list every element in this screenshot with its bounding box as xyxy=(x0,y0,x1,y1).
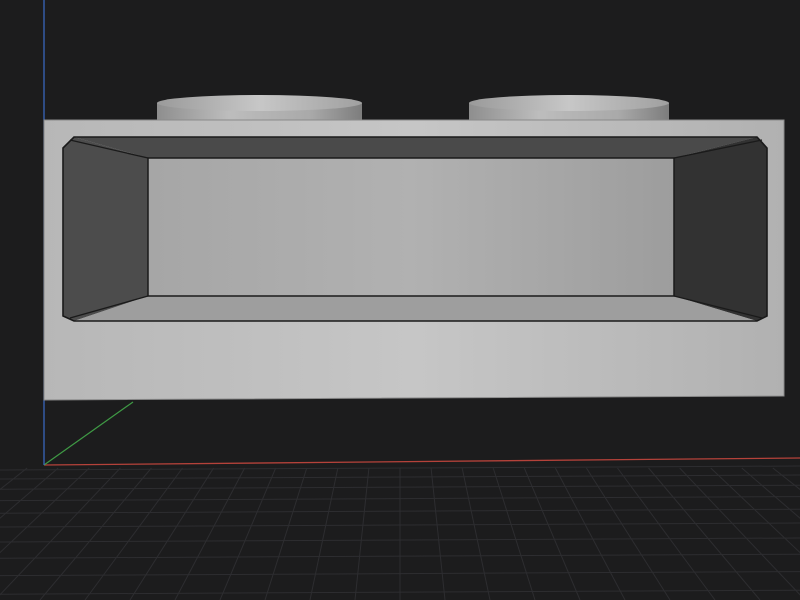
y-axis-line xyxy=(43,401,134,466)
3d-viewport[interactable] xyxy=(0,0,800,600)
grid-line xyxy=(554,467,626,600)
brick-model[interactable] xyxy=(43,119,785,401)
grid-line xyxy=(523,467,581,600)
grid-line xyxy=(461,467,491,600)
grid-line xyxy=(617,467,716,600)
grid-line xyxy=(0,467,121,596)
cavity-back-face xyxy=(147,157,675,297)
cavity-right-wall xyxy=(674,137,767,321)
grid-line xyxy=(741,467,800,519)
grid-line xyxy=(0,467,59,519)
floor-grid xyxy=(0,465,800,600)
grid-line xyxy=(39,467,152,600)
grid-line xyxy=(679,467,800,596)
cavity-left-wall xyxy=(63,137,148,321)
grid-line xyxy=(492,467,536,600)
cavity-bottom-wall xyxy=(74,296,757,321)
cavity-top-wall xyxy=(74,137,757,158)
x-axis-line xyxy=(43,457,800,466)
grid-line xyxy=(648,467,761,600)
scene-canvas[interactable] xyxy=(0,0,800,600)
grid-line xyxy=(84,467,183,600)
grid-line xyxy=(430,467,446,600)
grid-line xyxy=(129,467,214,600)
grid-line xyxy=(586,467,671,600)
